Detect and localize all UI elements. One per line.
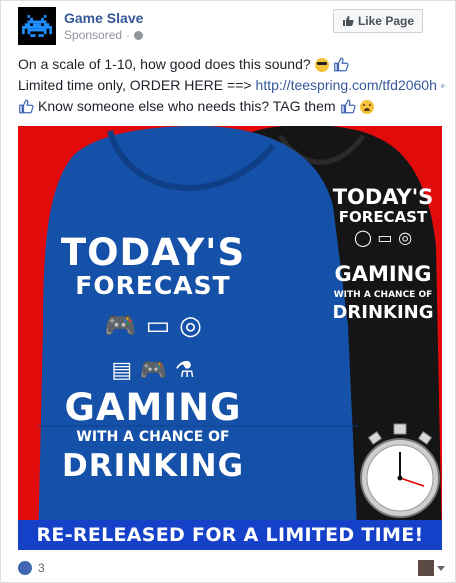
front-line-3: GAMING (64, 386, 242, 429)
space-invader-icon (22, 15, 52, 37)
back-line-2: FORECAST (338, 208, 428, 226)
black-hoodie-text: TODAY'S FORECAST ◯ ▭ ◎ GAMING WITH A CHA… (328, 186, 438, 324)
globe-icon (134, 30, 144, 40)
stopwatch-icon (360, 423, 440, 518)
sponsored-text: Sponsored (64, 28, 123, 42)
post-header: Game Slave Sponsored · Like Page (18, 7, 445, 47)
product-image[interactable]: TODAY'S FORECAST ◯ ▭ ◎ GAMING WITH A CHA… (18, 126, 442, 550)
worried-emoji-icon (359, 99, 374, 114)
order-link[interactable]: http://teespring.com/tfd2060h (256, 75, 437, 96)
reaction-summary[interactable]: 3 (18, 561, 45, 575)
front-line-1: TODAY'S (60, 231, 246, 274)
page-name-link[interactable]: Game Slave (64, 10, 143, 26)
post-line-1: On a scale of 1-10, how good does this s… (18, 54, 445, 75)
thumbs-up-icon (342, 16, 354, 26)
thumbs-up-icon (19, 99, 34, 114)
back-icons: ◯ ▭ ◎ (353, 228, 413, 247)
like-page-label: Like Page (357, 14, 414, 28)
actor-avatar (418, 560, 434, 576)
like-page-button[interactable]: Like Page (332, 9, 423, 33)
post-line-3: Know someone else who needs this? TAG th… (18, 96, 445, 117)
sunglasses-emoji-icon (314, 57, 329, 72)
back-line-1: TODAY'S (332, 185, 434, 209)
front-line-4: WITH A CHANCE OF (76, 429, 230, 445)
front-line-2: FORECAST (75, 271, 231, 300)
thumbs-up-icon (441, 83, 445, 88)
front-icons-2: ▤ 🎮 ⚗ (111, 358, 195, 383)
reaction-count: 3 (38, 561, 45, 575)
caret-down-icon (437, 565, 445, 571)
sponsored-label[interactable]: Sponsored · (64, 28, 144, 42)
promo-banner: RE-RELEASED FOR A LIMITED TIME! (18, 520, 442, 550)
thumbs-up-icon (340, 99, 356, 114)
back-line-4: WITH A CHANCE OF (333, 290, 433, 300)
post-text: On a scale of 1-10, how good does this s… (18, 54, 445, 117)
like-reaction-icon (18, 561, 32, 575)
back-line-3: GAMING (334, 262, 432, 286)
post-line-1-text: On a scale of 1-10, how good does this s… (18, 56, 311, 72)
separator: · (126, 28, 131, 42)
post-card: Game Slave Sponsored · Like Page On a sc… (0, 0, 456, 583)
post-line-3-text: Know someone else who needs this? TAG th… (38, 98, 336, 114)
page-avatar[interactable] (18, 7, 56, 45)
post-footer: 3 (18, 559, 445, 579)
front-line-5: DRINKING (61, 448, 245, 484)
actor-selector[interactable] (418, 560, 445, 576)
front-icons-1: 🎮 ▭ ◎ (104, 311, 202, 341)
blue-hoodie-text: TODAY'S FORECAST 🎮 ▭ ◎ ▤ 🎮 ⚗ GAMING WITH… (58, 234, 248, 486)
thumbs-up-icon (333, 57, 349, 72)
back-line-5: DRINKING (332, 302, 434, 323)
post-line-2: Limited time only, ORDER HERE ==> http:/… (18, 75, 445, 96)
post-line-2-text: Limited time only, ORDER HERE ==> (18, 77, 252, 93)
